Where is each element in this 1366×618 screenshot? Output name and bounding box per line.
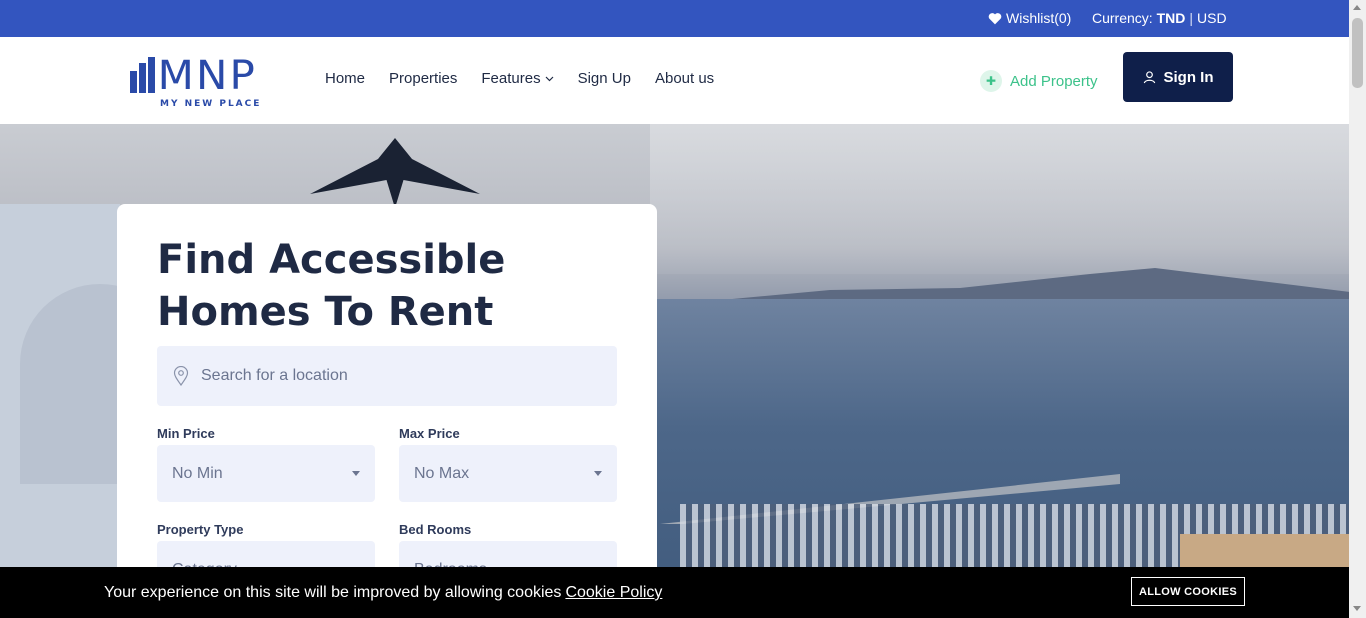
nav-home[interactable]: Home (325, 70, 365, 87)
nav-properties[interactable]: Properties (389, 70, 457, 87)
wishlist-link[interactable]: Wishlist(0) (988, 10, 1071, 26)
main-navbar: MNP MY NEW PLACE Home Properties Feature… (0, 37, 1349, 124)
location-search[interactable] (157, 346, 617, 406)
cookie-message: Your experience on this site will be imp… (104, 584, 562, 601)
sign-in-button[interactable]: Sign In (1123, 52, 1233, 102)
caret-down-icon (352, 471, 360, 476)
top-bar: Wishlist(0) Currency: TND | USD (0, 0, 1349, 37)
logo-name: MNP (157, 53, 257, 99)
hero-sky (650, 124, 1349, 274)
page-scrollbar[interactable] (1349, 0, 1366, 618)
min-price-label: Min Price (157, 426, 215, 441)
cookie-banner: Your experience on this site will be imp… (0, 567, 1349, 618)
min-price-select[interactable]: No Min (157, 445, 375, 502)
user-icon (1143, 70, 1155, 83)
nav-about[interactable]: About us (655, 70, 714, 87)
currency-switcher: Currency: TND | USD (1092, 10, 1227, 26)
scroll-down-icon[interactable] (1353, 606, 1361, 611)
heart-icon (988, 12, 1002, 24)
scroll-up-icon[interactable] (1353, 5, 1361, 10)
hero-title: Find Accessible Homes To Rent (157, 237, 506, 335)
site-logo[interactable]: MNP MY NEW PLACE (130, 53, 285, 111)
allow-cookies-button[interactable]: ALLOW COOKIES (1131, 577, 1245, 606)
nav-features[interactable]: Features (481, 70, 554, 87)
logo-tagline: MY NEW PLACE (160, 99, 262, 109)
currency-usd[interactable]: USD (1197, 10, 1227, 26)
bedrooms-label: Bed Rooms (399, 522, 472, 537)
currency-tnd[interactable]: TND (1157, 10, 1186, 26)
plus-icon: ✚ (980, 70, 1002, 92)
add-property-link[interactable]: ✚ Add Property (980, 70, 1098, 92)
add-property-label: Add Property (1010, 72, 1098, 90)
property-type-label: Property Type (157, 522, 244, 537)
cookie-message-wrap: Your experience on this site will be imp… (104, 584, 662, 602)
location-input[interactable] (201, 367, 601, 385)
map-pin-icon (173, 366, 189, 386)
currency-separator: | (1189, 10, 1193, 26)
max-price-select[interactable]: No Max (399, 445, 617, 502)
nav-signup[interactable]: Sign Up (578, 70, 631, 87)
building-icon (130, 57, 155, 93)
chevron-down-icon (545, 76, 554, 81)
max-price-label: Max Price (399, 426, 460, 441)
hero-palm (310, 138, 480, 208)
scroll-thumb[interactable] (1352, 18, 1363, 88)
caret-down-icon (594, 471, 602, 476)
currency-label: Currency: (1092, 10, 1153, 26)
cookie-policy-link[interactable]: Cookie Policy (565, 584, 662, 601)
wishlist-label: Wishlist(0) (1006, 10, 1072, 26)
nav-features-label: Features (481, 70, 541, 87)
max-price-value: No Max (414, 464, 470, 482)
search-card: Find Accessible Homes To Rent Min Price … (117, 204, 657, 618)
sign-in-label: Sign In (1163, 68, 1214, 86)
nav-menu: Home Properties Features Sign Up About u… (325, 70, 738, 87)
min-price-value: No Min (172, 464, 223, 482)
